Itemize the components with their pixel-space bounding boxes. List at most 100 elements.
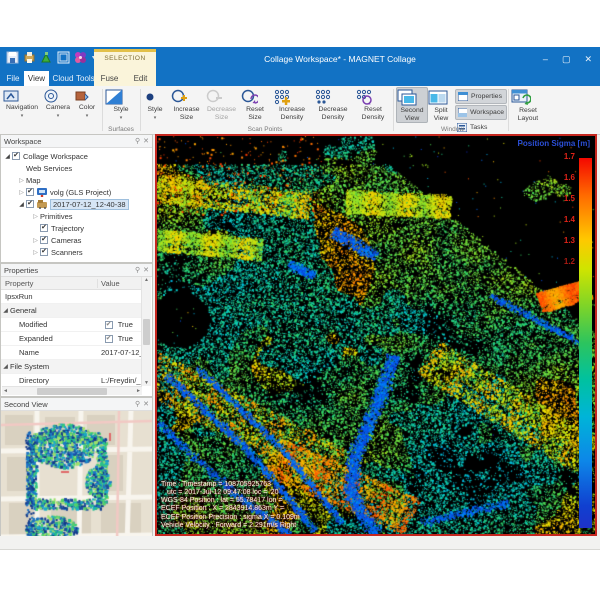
surface-style-button[interactable]: Style ▾ [105,88,137,122]
colorbar-tick: 1.3 [545,236,575,245]
ribbon: Navigation ▾ Camera ▾ Color ▾ Style ▾ S [0,86,600,135]
increase-size-icon [170,89,203,105]
project-icon [37,188,47,197]
property-group-general[interactable]: ◢General [1,304,142,318]
split-view-button[interactable]: Split View [428,88,454,122]
colorbar-tick: 1.6 [545,173,575,182]
increase-size-button[interactable]: Increase Size [170,88,203,121]
close-panel-icon[interactable]: ✕ [143,137,149,145]
app-window: ▾ Collage Workspace* - MAGNET Collage – … [0,47,600,550]
point-cloud-canvas[interactable] [157,136,595,534]
property-row[interactable]: Name 2017-07-12_12-40-38 [1,346,142,360]
camera-icon [43,89,73,103]
column-value: Value [97,279,120,288]
column-property: Property [1,279,97,288]
ribbon-tab-row: File View Cloud Tools [0,71,600,86]
overlay-precision-line: ECEF Position Precision : sigma X = 0.10… [161,514,300,522]
second-view-map[interactable] [1,411,152,545]
contextual-gold-bar [94,49,156,52]
open-icon[interactable] [40,51,53,64]
second-view-panel: Second View ⚲ ✕ [0,397,153,545]
contextual-group-label: SELECTION [94,55,156,62]
maximize-button[interactable]: ▢ [562,54,571,65]
app-clover-icon[interactable] [74,51,87,64]
property-row[interactable]: Expanded ✔True [1,332,142,346]
tree-item-run-2017-07-12[interactable]: ◢✔ 2017-07-12_12-40-38 [3,198,152,210]
save-all-icon[interactable] [57,51,70,64]
telemetry-overlay: Time : Timestamp = 108705925763 utc = 20… [161,481,300,530]
overlay-utc-line: utc = 2017-Jul-12 09:47:08 loc = '20 [161,489,300,497]
property-row[interactable]: IpsxRun [1,290,142,304]
workspace-panel: Workspace ⚲ ✕ ◢✔Collage Workspace Web Se… [0,134,153,263]
camera-button[interactable]: Camera ▾ [43,88,73,120]
colorbar-title: Position Sigma [m] [518,139,590,148]
overlay-ecef-line: ECEF Position : X = 2843914.863m Y = [161,505,300,513]
reset-density-icon [355,89,391,105]
toggle-properties[interactable]: Properties [455,89,507,104]
tree-item-collage-workspace[interactable]: ◢✔Collage Workspace [3,150,152,162]
tab-fuse[interactable]: Fuse [94,71,125,86]
reset-size-button[interactable]: Reset Size [240,88,270,121]
navigation-button[interactable]: Navigation ▾ [3,88,41,120]
tab-edit[interactable]: Edit [125,71,156,86]
tree-item-map[interactable]: ▷Map [3,174,152,186]
decrease-size-icon [205,89,238,105]
split-view-icon [428,89,454,106]
window-title: Collage Workspace* - MAGNET Collage [160,47,520,71]
tree-item-cameras[interactable]: ▷✔Cameras [3,234,152,246]
tree-item-primitives[interactable]: ▷Primitives [3,210,152,222]
window-bottom-strip [0,536,600,549]
tree-item-volg-project[interactable]: ▷✔ volg (GLS Project) [3,186,152,198]
second-view-button[interactable]: Second View [396,87,428,123]
workspace-panel-icon [458,108,467,117]
property-group-file-system[interactable]: ◢File System [1,360,142,374]
scroll-thumb [143,319,150,345]
property-row[interactable]: Modified ✔True [1,318,142,332]
tab-cloud[interactable]: Cloud [50,71,76,86]
close-panel-icon[interactable]: ✕ [143,266,149,274]
increase-density-button[interactable]: Increase Density [273,88,311,121]
colorbar-tick: 1.7 [545,152,575,161]
tab-tools[interactable]: Tools [76,71,94,86]
toggle-workspace[interactable]: Workspace [455,105,507,120]
colorbar-tick: 1.5 [545,194,575,203]
close-panel-icon[interactable]: ✕ [143,400,149,408]
tab-file[interactable]: File [3,71,23,86]
tab-view[interactable]: View [24,71,49,86]
pin-icon[interactable]: ⚲ [135,137,140,145]
run-icon [37,200,47,209]
decrease-density-button[interactable]: Decrease Density [314,88,352,121]
colorbar-tick: 1.4 [545,215,575,224]
increase-density-icon [273,89,311,105]
decrease-density-icon [314,89,352,105]
scroll-down-arrow: ▼ [144,380,149,386]
tree-item-trajectory[interactable]: ✔Trajectory [3,222,152,234]
scroll-left-arrow: ◄ [3,388,8,394]
color-icon [74,89,100,103]
close-button[interactable]: ✕ [584,54,592,65]
point-style-button[interactable]: Style ▾ [142,88,168,122]
tree-item-scanners[interactable]: ▷✔Scanners [3,246,152,258]
color-button[interactable]: Color ▾ [74,88,100,120]
print-icon[interactable] [23,51,36,64]
pin-icon[interactable]: ⚲ [135,266,140,274]
minimize-button[interactable]: – [543,54,548,64]
save-icon[interactable] [6,51,19,64]
horizontal-scrollbar[interactable]: ◄► [2,386,142,395]
reset-layout-button[interactable]: Reset Layout [511,88,545,122]
title-bar: ▾ Collage Workspace* - MAGNET Collage – … [0,47,600,71]
surface-style-icon [105,89,137,105]
reset-layout-icon [511,89,545,106]
reset-density-button[interactable]: Reset Density [355,88,391,121]
main-3d-viewport[interactable]: Position Sigma [m] 1.7 1.6 1.5 1.4 1.3 1… [155,134,597,536]
colorbar-gradient [579,158,592,528]
properties-grid-header[interactable]: Property Value [1,277,142,290]
navigation-icon [3,89,41,103]
tree-item-web-services[interactable]: Web Services [3,162,152,174]
vertical-scrollbar[interactable]: ▲▼ [141,277,151,386]
overlay-velocity-line: Vehicle Velocity : Forward = 2.291m/s Ri… [161,522,300,530]
pin-icon[interactable]: ⚲ [135,400,140,408]
left-panel-column: Workspace ⚲ ✕ ◢✔Collage Workspace Web Se… [0,134,153,545]
properties-panel-title: Properties [4,266,132,275]
scan-points-group-label: Scan Points [180,126,350,133]
